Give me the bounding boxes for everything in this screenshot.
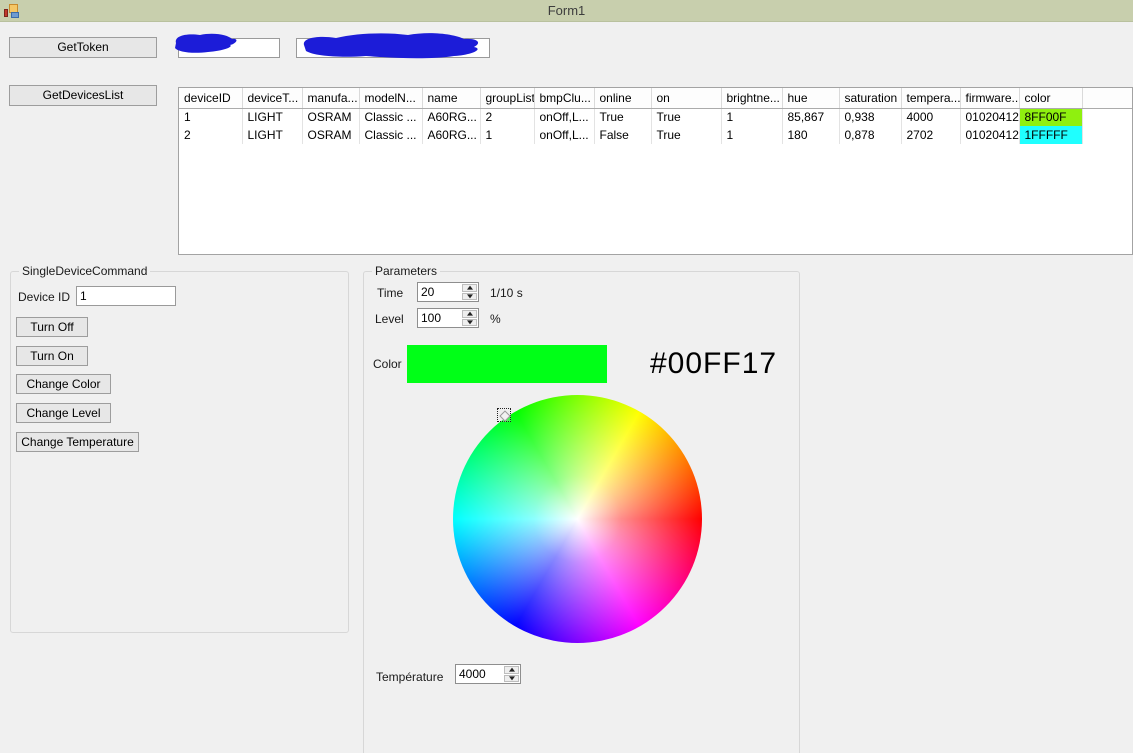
grid-header-row[interactable]: deviceIDdeviceT...manufa...modelN...name… <box>179 88 1133 108</box>
grid-cell[interactable]: 85,867 <box>782 108 839 126</box>
grid-cell[interactable]: Classic ... <box>359 108 422 126</box>
color-label: Color <box>373 357 402 371</box>
get-devices-list-button[interactable]: GetDevicesList <box>9 85 157 106</box>
grid-cell[interactable]: Classic ... <box>359 126 422 144</box>
grid-column-header[interactable]: name <box>422 88 480 108</box>
grid-column-header[interactable]: deviceID <box>179 88 242 108</box>
turn-off-button[interactable]: Turn Off <box>16 317 88 337</box>
grid-cell[interactable] <box>1082 108 1133 126</box>
grid-column-header[interactable]: bmpClu... <box>534 88 594 108</box>
grid-cell[interactable]: 1 <box>179 108 242 126</box>
grid-cell[interactable]: OSRAM <box>302 108 359 126</box>
window-title: Form1 <box>0 3 1133 18</box>
grid-column-header[interactable]: on <box>651 88 721 108</box>
time-label: Time <box>377 286 403 300</box>
time-spin-down-icon[interactable] <box>462 293 477 301</box>
change-temperature-button[interactable]: Change Temperature <box>16 432 139 452</box>
turn-on-button[interactable]: Turn On <box>16 346 88 366</box>
grid-column-header[interactable]: deviceT... <box>242 88 302 108</box>
temperature-label: Température <box>376 670 443 684</box>
grid-cell[interactable]: 01020412 <box>960 108 1019 126</box>
table-row[interactable]: 1LIGHTOSRAMClassic ...A60RG...2onOff,L..… <box>179 108 1133 126</box>
grid-column-header[interactable]: saturation <box>839 88 901 108</box>
grid-cell[interactable]: onOff,L... <box>534 108 594 126</box>
grid-cell[interactable]: 0,878 <box>839 126 901 144</box>
devices-grid[interactable]: deviceIDdeviceT...manufa...modelN...name… <box>178 87 1133 255</box>
color-hex-label: #00FF17 <box>650 347 777 381</box>
level-spinner[interactable]: 100 <box>417 308 479 328</box>
grid-column-header[interactable]: color <box>1019 88 1082 108</box>
parameters-title: Parameters <box>372 264 440 278</box>
color-wheel-marker[interactable] <box>497 408 511 422</box>
temperature-spin-down-icon[interactable] <box>504 675 519 683</box>
grid-cell[interactable]: LIGHT <box>242 126 302 144</box>
grid-cell[interactable]: 4000 <box>901 108 960 126</box>
grid-cell[interactable]: 1 <box>721 126 782 144</box>
color-swatch <box>407 345 607 383</box>
device-id-label: Device ID <box>18 290 70 304</box>
get-token-button[interactable]: GetToken <box>9 37 157 58</box>
single-device-command-title: SingleDeviceCommand <box>19 264 150 278</box>
grid-cell[interactable]: LIGHT <box>242 108 302 126</box>
grid-cell[interactable]: A60RG... <box>422 108 480 126</box>
level-spin-up-icon[interactable] <box>462 310 477 318</box>
grid-cell[interactable]: 2702 <box>901 126 960 144</box>
grid-cell[interactable]: 180 <box>782 126 839 144</box>
grid-column-header[interactable]: hue <box>782 88 839 108</box>
grid-cell[interactable]: A60RG... <box>422 126 480 144</box>
grid-cell[interactable]: 2 <box>179 126 242 144</box>
color-cell[interactable]: 1FFFFF <box>1019 126 1082 144</box>
grid-column-header[interactable] <box>1082 88 1133 108</box>
grid-column-header[interactable]: tempera... <box>901 88 960 108</box>
grid-column-header[interactable]: brightne... <box>721 88 782 108</box>
temperature-value[interactable]: 4000 <box>459 667 503 681</box>
grid-cell[interactable]: False <box>594 126 651 144</box>
token-input-1[interactable] <box>178 38 280 58</box>
grid-cell[interactable]: True <box>651 126 721 144</box>
time-spin-up-icon[interactable] <box>462 284 477 292</box>
grid-cell[interactable]: 2 <box>480 108 534 126</box>
grid-column-header[interactable]: modelN... <box>359 88 422 108</box>
time-spinner[interactable]: 20 <box>417 282 479 302</box>
grid-cell[interactable]: onOff,L... <box>534 126 594 144</box>
grid-cell[interactable]: OSRAM <box>302 126 359 144</box>
grid-cell[interactable]: 1 <box>480 126 534 144</box>
grid-cell[interactable]: 1 <box>721 108 782 126</box>
device-id-input[interactable]: 1 <box>76 286 176 306</box>
grid-column-header[interactable]: manufa... <box>302 88 359 108</box>
grid-cell[interactable]: 0,938 <box>839 108 901 126</box>
time-value[interactable]: 20 <box>421 285 461 299</box>
time-unit-label: 1/10 s <box>490 286 523 300</box>
grid-cell[interactable]: 01020412 <box>960 126 1019 144</box>
change-color-button[interactable]: Change Color <box>16 374 111 394</box>
level-unit-label: % <box>490 312 501 326</box>
color-cell[interactable]: 8FF00F <box>1019 108 1082 126</box>
level-value[interactable]: 100 <box>421 311 461 325</box>
level-label: Level <box>375 312 404 326</box>
table-row[interactable]: 2LIGHTOSRAMClassic ...A60RG...1onOff,L..… <box>179 126 1133 144</box>
color-wheel[interactable] <box>453 395 702 643</box>
grid-cell[interactable] <box>1082 126 1133 144</box>
grid-cell[interactable]: True <box>594 108 651 126</box>
level-spin-down-icon[interactable] <box>462 319 477 327</box>
grid-column-header[interactable]: firmware... <box>960 88 1019 108</box>
temperature-spin-up-icon[interactable] <box>504 666 519 674</box>
change-level-button[interactable]: Change Level <box>16 403 111 423</box>
grid-column-header[interactable]: online <box>594 88 651 108</box>
token-input-2[interactable] <box>296 38 490 58</box>
temperature-spinner[interactable]: 4000 <box>455 664 521 684</box>
grid-cell[interactable]: True <box>651 108 721 126</box>
title-bar: Form1 <box>0 0 1133 22</box>
grid-column-header[interactable]: groupList <box>480 88 534 108</box>
